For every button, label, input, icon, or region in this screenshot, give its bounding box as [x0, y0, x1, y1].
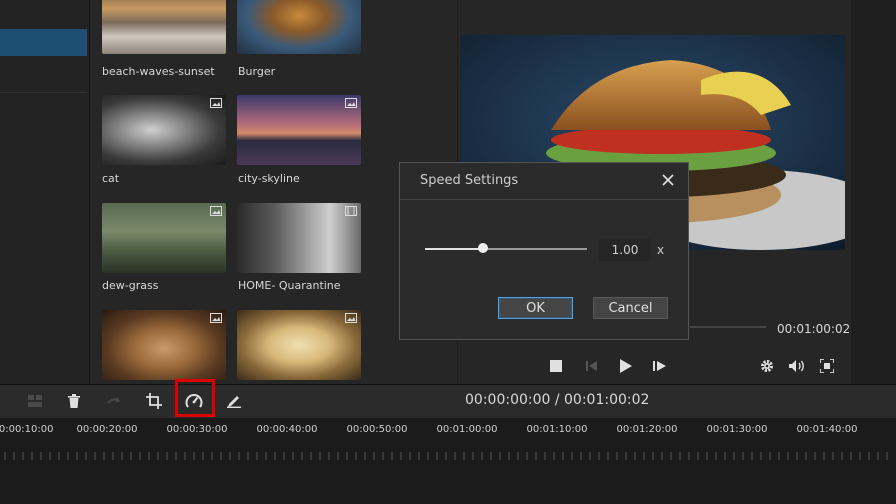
media-thumb-burger[interactable] [237, 0, 361, 54]
volume-icon[interactable] [787, 356, 807, 376]
timeline-tick-label: 00:01:40:00 [796, 424, 858, 435]
media-thumb-pasta[interactable] [237, 310, 361, 380]
speed-tool-highlight [175, 379, 215, 417]
fullscreen-icon[interactable] [817, 356, 837, 376]
media-thumb-bread[interactable] [102, 310, 226, 380]
cancel-button[interactable]: Cancel [593, 297, 668, 319]
play-icon[interactable] [616, 356, 636, 376]
settings-icon[interactable] [757, 356, 777, 376]
category-panel [0, 0, 90, 384]
crop-icon[interactable] [143, 390, 165, 412]
timeline-ruler[interactable] [0, 440, 896, 460]
media-label: HOME- Quarantine [238, 279, 341, 292]
image-type-icon [210, 98, 222, 108]
timeline-tick-label: 00:00:10:00 [0, 424, 54, 435]
media-thumb-dew-grass[interactable] [102, 203, 226, 273]
media-thumb-cat[interactable] [102, 95, 226, 165]
speed-slider-fill [425, 248, 483, 250]
speed-unit-label: x [657, 243, 665, 257]
previous-frame-icon[interactable] [582, 356, 602, 376]
timeline-tick-label: 00:01:20:00 [616, 424, 678, 435]
redo-icon[interactable] [103, 390, 125, 412]
timeline-tick-label: 00:00:40:00 [256, 424, 318, 435]
timecode: 00:00:00:00 / 00:01:00:02 [465, 392, 650, 408]
total-time: 00:01:00:02 [777, 322, 851, 336]
delete-icon[interactable] [63, 390, 85, 412]
split-icon[interactable] [24, 390, 46, 412]
timeline-tick-label: 00:01:30:00 [706, 424, 768, 435]
media-thumb-beach-waves-sunset[interactable] [102, 0, 226, 54]
close-icon[interactable] [658, 170, 678, 190]
media-thumb-home-quarantine[interactable] [237, 203, 361, 273]
dialog-divider [400, 199, 688, 200]
media-label: Burger [238, 65, 276, 78]
edit-icon[interactable] [223, 390, 245, 412]
timeline-tick-label: 00:01:10:00 [526, 424, 588, 435]
edit-toolbar [0, 384, 896, 419]
media-label: cat [102, 172, 120, 185]
speed-value-input[interactable] [599, 239, 651, 261]
timeline-tick-label: 00:00:50:00 [346, 424, 408, 435]
dialog-title: Speed Settings [420, 173, 519, 188]
timeline-tick-label: 00:01:00:00 [436, 424, 498, 435]
timeline-tick-label: 00:00:20:00 [76, 424, 138, 435]
media-label: beach-waves-sunset [102, 65, 215, 78]
media-label: dew-grass [102, 279, 159, 292]
stop-icon[interactable] [546, 356, 566, 376]
scrub-bar[interactable] [690, 326, 766, 328]
category-item-selected[interactable] [0, 29, 87, 56]
image-type-icon [345, 313, 357, 323]
image-type-icon [210, 206, 222, 216]
speed-slider-thumb[interactable] [478, 243, 488, 253]
video-type-icon [345, 206, 357, 216]
image-type-icon [345, 98, 357, 108]
category-divider [0, 92, 87, 93]
timeline-tick-label: 00:00:30:00 [166, 424, 228, 435]
image-type-icon [210, 313, 222, 323]
ok-button[interactable]: OK [498, 297, 573, 319]
media-thumb-city-skyline[interactable] [237, 95, 361, 165]
next-frame-icon[interactable] [650, 356, 670, 376]
right-strip [851, 0, 896, 384]
media-label: city-skyline [238, 172, 300, 185]
